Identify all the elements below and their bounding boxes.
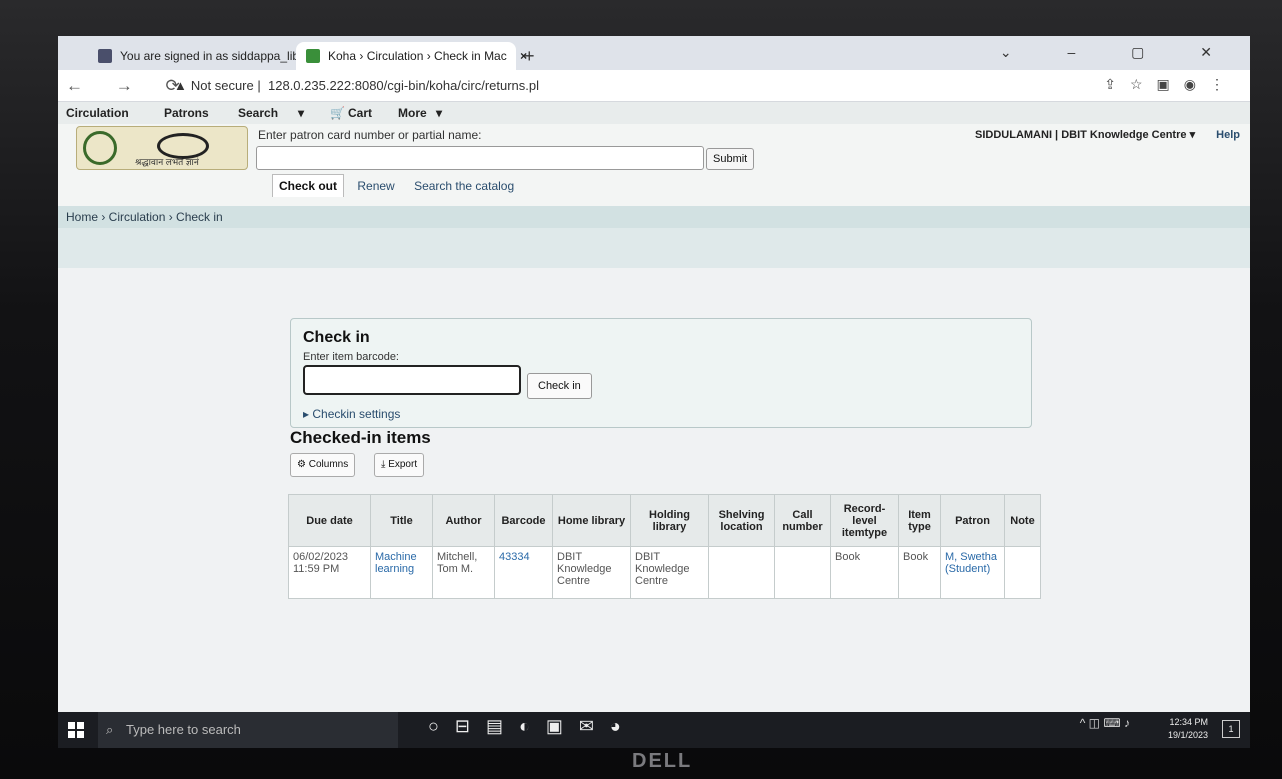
barcode-label: Enter item barcode: <box>303 351 399 363</box>
col-call-number[interactable]: Call number <box>774 494 831 547</box>
col-author[interactable]: Author <box>432 494 495 547</box>
windows-start-icon[interactable] <box>68 722 84 738</box>
submit-button[interactable]: Submit <box>706 148 755 170</box>
cell-barcode-link[interactable]: 43334 <box>494 546 553 599</box>
tab-title: You are signed in as siddappa_lib <box>120 49 300 63</box>
nav-search[interactable]: Search <box>238 106 278 120</box>
tab-renew[interactable]: Renew <box>351 175 400 197</box>
barcode-input[interactable] <box>303 365 521 395</box>
koha-favicon-icon <box>98 49 112 63</box>
nav-circulation[interactable]: Circulation <box>66 106 129 120</box>
checked-in-title: Checked-in items <box>290 428 431 447</box>
url-field[interactable]: 128.0.235.222:8080/cgi-bin/koha/circ/ret… <box>268 78 539 93</box>
chevron-down-icon: ▾ <box>436 106 443 120</box>
search-icon: ⌕ <box>106 722 114 737</box>
library-name[interactable]: DBIT Knowledge Centre <box>1061 129 1186 141</box>
circ-header: श्रद्धावान लभते ज्ञानं Enter patron card… <box>58 124 1250 206</box>
search-dropdown-icon[interactable]: ▾ <box>298 106 304 120</box>
tab-title: Koha › Circulation › Check in Mac <box>328 49 507 63</box>
warning-icon: ▲ <box>174 78 187 93</box>
library-logo[interactable]: श्रद्धावान लभते ज्ञानं <box>76 126 248 170</box>
cart-icon[interactable]: 🛒 <box>330 106 345 120</box>
cell-item-type: Book <box>898 546 941 599</box>
export-button[interactable]: ⤓ Export <box>374 453 425 477</box>
taskbar-clock[interactable]: 12:34 PM 19/1/2023 <box>1168 716 1208 742</box>
col-shelving-location[interactable]: Shelving location <box>708 494 775 547</box>
col-item-type[interactable]: Item type <box>898 494 941 547</box>
toolbar-band <box>58 228 1250 268</box>
check-in-button[interactable]: Check in <box>527 373 592 399</box>
window-controls[interactable]: ⌄ – ▢ ✕ <box>1000 44 1238 61</box>
nav-more[interactable]: More <box>398 106 427 120</box>
col-note[interactable]: Note <box>1004 494 1041 547</box>
cell-holding-library: DBIT Knowledge Centre <box>630 546 709 599</box>
cell-author: Mitchell, Tom M. <box>432 546 495 599</box>
browser-tab-checkin[interactable]: Koha › Circulation › Check in Mac × <box>296 42 527 70</box>
nav-patrons[interactable]: Patrons <box>164 106 209 120</box>
username: SIDDULAMANI <box>975 129 1052 141</box>
taskbar-search[interactable]: ⌕ Type here to search <box>98 712 398 748</box>
taskbar-apps[interactable]: ○⊟▤◐▣✉◕ <box>428 716 637 737</box>
patron-search-input[interactable] <box>256 146 704 170</box>
circ-mode-tabs: Check out Renew Search the catalog <box>272 174 524 197</box>
system-tray-icons[interactable]: ^ ◫ ⌨ ♪ <box>1080 716 1130 730</box>
checkin-panel: Check in Enter item barcode: Check in ▸ … <box>290 318 1032 428</box>
checkin-title: Check in <box>303 329 370 346</box>
cell-shelving-location <box>708 546 775 599</box>
col-holding-library[interactable]: Holding library <box>630 494 709 547</box>
nav-cart[interactable]: Cart <box>348 106 372 120</box>
chevron-down-icon: ▾ <box>1189 129 1196 141</box>
patron-search-label: Enter patron card number or partial name… <box>258 128 482 142</box>
tab-check-out[interactable]: Check out <box>272 174 345 197</box>
columns-button[interactable]: ⚙ Columns <box>290 453 356 477</box>
new-tab-button[interactable]: + <box>524 46 535 67</box>
checked-in-table: Due date Title Author Barcode Home libra… <box>288 494 1041 599</box>
windows-taskbar: ⌕ Type here to search ○⊟▤◐▣✉◕ ^ ◫ ⌨ ♪ 12… <box>58 712 1250 748</box>
col-barcode[interactable]: Barcode <box>494 494 553 547</box>
koha-favicon-icon <box>306 49 320 63</box>
cell-home-library: DBIT Knowledge Centre <box>552 546 631 599</box>
col-record-level-itemtype[interactable]: Record-level itemtype <box>830 494 899 547</box>
table-row: 06/02/2023 11:59 PM Machine learning Mit… <box>288 546 1041 599</box>
triangle-right-icon: ▸ <box>303 407 313 421</box>
gear-icon: ⚙ <box>297 459 309 470</box>
logo-motto: श्रद्धावान लभते ज्ञानं <box>135 157 199 167</box>
photo-background: You are signed in as siddappa_lib × Koha… <box>0 0 1282 779</box>
cell-patron-link[interactable]: M, Swetha (Student) <box>940 546 1005 599</box>
col-due-date[interactable]: Due date <box>288 494 371 547</box>
notification-icon[interactable]: 1 <box>1222 720 1240 738</box>
browser-tabstrip: You are signed in as siddappa_lib × Koha… <box>58 36 1250 70</box>
col-title[interactable]: Title <box>370 494 433 547</box>
cell-call-number <box>774 546 831 599</box>
koha-navbar: Circulation Patrons Search ▾ 🛒 Cart More… <box>58 102 1250 124</box>
tab-search-catalog[interactable]: Search the catalog <box>408 175 520 197</box>
col-patron[interactable]: Patron <box>940 494 1005 547</box>
cell-note <box>1004 546 1041 599</box>
checkin-settings-link[interactable]: ▸ Checkin settings <box>303 407 400 421</box>
cell-due-date: 06/02/2023 11:59 PM <box>288 546 371 599</box>
cell-title-link[interactable]: Machine learning <box>370 546 433 599</box>
browser-toolbar-icons[interactable]: ⇪☆▣◉⋮ <box>1104 76 1238 93</box>
security-indicator[interactable]: ▲ Not secure | <box>174 78 261 93</box>
help-link[interactable]: Help <box>1216 129 1240 141</box>
monitor-brand-logo: DELL <box>632 750 693 772</box>
breadcrumb[interactable]: Home › Circulation › Check in <box>58 206 1250 228</box>
browser-tab-signed-in[interactable]: You are signed in as siddappa_lib × <box>88 42 319 70</box>
monitor-screen: You are signed in as siddappa_lib × Koha… <box>58 36 1250 748</box>
col-home-library[interactable]: Home library <box>552 494 631 547</box>
address-bar: ← → ⟳ ▲ Not secure | 128.0.235.222:8080/c… <box>58 70 1250 102</box>
user-menu[interactable]: SIDDULAMANI | DBIT Knowledge Centre ▾ He… <box>975 128 1240 141</box>
table-header-row: Due date Title Author Barcode Home libra… <box>288 494 1041 547</box>
cell-record-itemtype: Book <box>830 546 899 599</box>
emblem-icon <box>83 131 117 165</box>
